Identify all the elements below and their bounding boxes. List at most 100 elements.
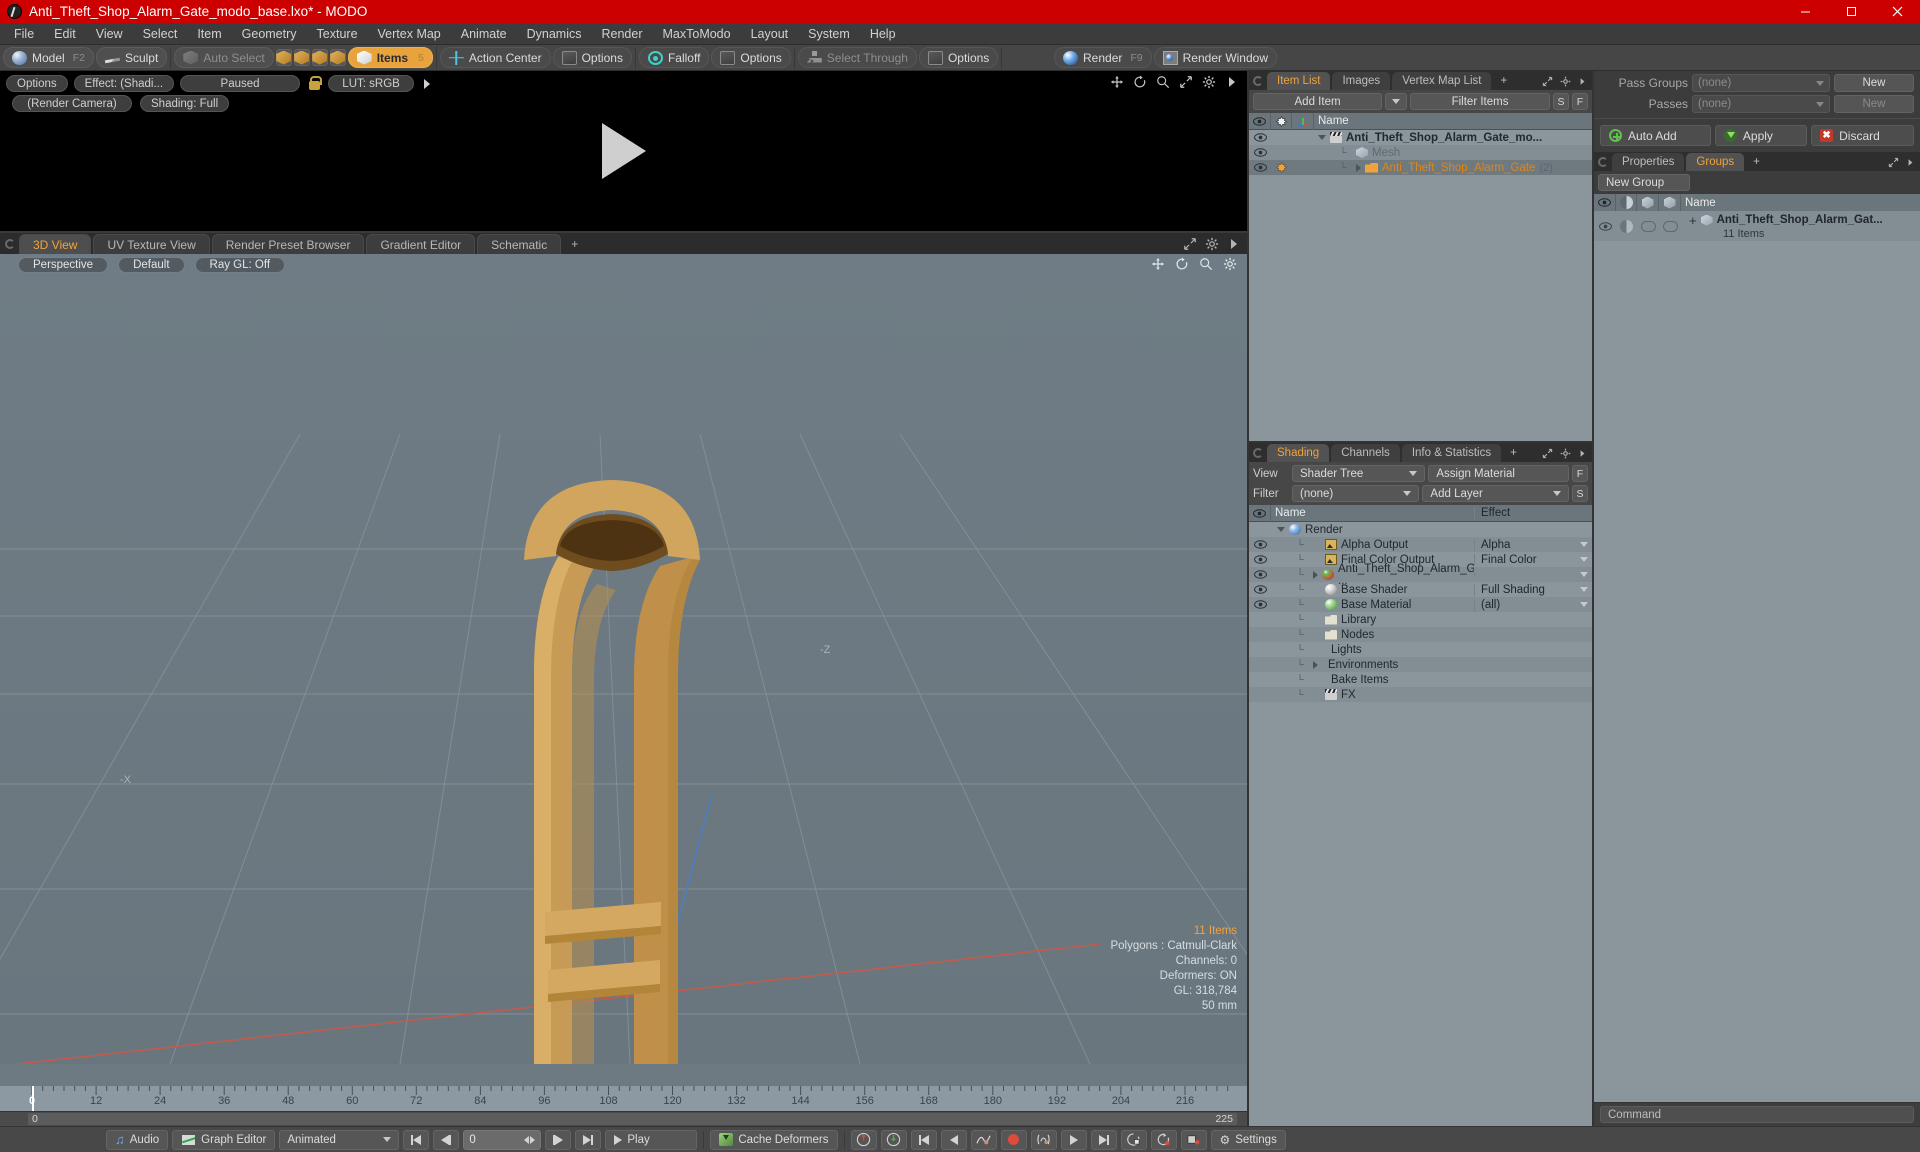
assign-material-button[interactable]: Assign Material [1428, 465, 1570, 482]
row-effect-cell[interactable]: Full Shading [1474, 583, 1592, 596]
expand-group-icon[interactable]: + [1689, 213, 1697, 228]
viewport-settings-gear-icon[interactable] [1223, 257, 1237, 271]
zoom-icon[interactable] [1156, 75, 1170, 89]
menu-render[interactable]: Render [592, 23, 653, 45]
row-name-cell[interactable]: └ Alpha Output [1271, 539, 1474, 551]
panel-arrow-icon[interactable] [1227, 237, 1241, 251]
group-visibility-toggle[interactable] [1594, 221, 1616, 231]
header-visibility-icon[interactable] [1249, 112, 1271, 130]
items-mode-button[interactable]: Items 5 [347, 47, 433, 68]
passes-dropdown[interactable]: (none) [1692, 95, 1830, 113]
vertex-mode-button[interactable] [275, 49, 292, 66]
table-row[interactable]: └ FX [1249, 687, 1592, 702]
perspective-button[interactable]: Perspective [18, 257, 109, 273]
group-oval-toggle-2[interactable] [1659, 220, 1681, 232]
new-pass-button[interactable]: New [1834, 95, 1914, 113]
tab-3d-view[interactable]: 3D View [19, 234, 92, 254]
select-through-button[interactable]: Select Through [797, 47, 917, 68]
panel-menu-arrow-icon[interactable] [1225, 75, 1239, 89]
cache-deformers-button[interactable]: Cache Deformers [710, 1129, 838, 1150]
groups-panel-menu-icon[interactable] [1598, 157, 1608, 167]
key-filter-button[interactable] [1120, 1129, 1147, 1150]
menu-system[interactable]: System [798, 23, 860, 45]
menu-animate[interactable]: Animate [451, 23, 517, 45]
tab-uv-texture-view[interactable]: UV Texture View [93, 234, 210, 254]
row-visibility-toggle[interactable] [1249, 148, 1271, 157]
groups-arrow-icon[interactable] [1906, 158, 1915, 167]
reset-key-button[interactable] [1150, 1129, 1177, 1150]
preview-more-arrow-icon[interactable] [420, 77, 434, 91]
groups-header-ghost-icon[interactable] [1637, 194, 1659, 211]
auto-add-button[interactable]: Auto Add [1600, 125, 1711, 146]
row-visibility-toggle[interactable] [1249, 570, 1271, 579]
sculpt-mode-button[interactable]: Sculpt [95, 47, 168, 68]
tab-render-preset-browser[interactable]: Render Preset Browser [211, 234, 365, 254]
tab-groups[interactable]: Groups [1686, 153, 1745, 171]
row-name-cell[interactable]: Render [1271, 524, 1474, 536]
item-list-panel-menu-icon[interactable] [1253, 76, 1263, 86]
menu-layout[interactable]: Layout [741, 23, 799, 45]
select-through-options-button[interactable]: Options [918, 47, 999, 68]
group-shade-toggle[interactable] [1616, 219, 1637, 233]
action-center-button[interactable]: Action Center [439, 47, 551, 68]
header-transform-icon[interactable] [1292, 112, 1314, 130]
row-visibility-toggle[interactable] [1249, 133, 1271, 142]
twisty-right-icon[interactable] [1313, 570, 1318, 579]
tab-schematic[interactable]: Schematic [477, 234, 562, 254]
settings-button[interactable]: ⚙ Settings [1210, 1129, 1286, 1150]
add-item-dropdown[interactable] [1385, 93, 1408, 110]
table-row[interactable]: Render [1249, 522, 1592, 537]
table-row[interactable]: └ Anti_Theft_Shop_Alarm_G ... [1249, 563, 1592, 587]
viewport-move-icon[interactable] [1151, 257, 1165, 271]
group-oval-toggle-1[interactable] [1637, 220, 1659, 232]
preview-effect-button[interactable]: Effect: (Shadi... [73, 75, 175, 92]
row-name-cell[interactable]: └ Base Shader [1271, 584, 1474, 596]
animated-dropdown[interactable]: Animated [279, 1129, 400, 1150]
add-layer-dropdown[interactable]: Add Layer [1422, 485, 1569, 502]
chevron-down-icon[interactable] [1580, 542, 1588, 547]
table-row[interactable]: └ Bake Items [1249, 672, 1592, 687]
polygon-mode-button[interactable] [311, 49, 328, 66]
material-mode-button[interactable] [329, 49, 346, 66]
shader-tree-body[interactable]: Render └ Alpha Output Alpha └ Final Color … [1249, 522, 1592, 1126]
auto-select-button[interactable]: Auto Select [174, 47, 274, 68]
menu-maxtomodo[interactable]: MaxToModo [653, 23, 741, 45]
groups-header-wire-icon[interactable] [1659, 194, 1681, 211]
shader-header-name[interactable]: Name [1271, 507, 1474, 519]
shading-maximize-icon[interactable] [1542, 448, 1553, 459]
row-effect-cell[interactable]: (all) [1474, 598, 1592, 611]
shading-arrow-icon[interactable] [1578, 449, 1587, 458]
row-effect-cell[interactable] [1474, 572, 1592, 577]
tab-gradient-editor[interactable]: Gradient Editor [366, 234, 476, 254]
curve-key-button[interactable] [970, 1129, 997, 1150]
current-frame-field[interactable]: 0 [463, 1129, 542, 1150]
row-name-cell[interactable]: └ Library [1271, 614, 1474, 626]
audio-button[interactable]: ♫ Audio [106, 1129, 169, 1150]
twisty-down-icon[interactable] [1318, 135, 1326, 140]
go-to-start-button[interactable] [403, 1129, 430, 1150]
tab-shading[interactable]: Shading [1267, 444, 1330, 462]
menu-file[interactable]: File [4, 23, 44, 45]
gear-icon[interactable] [1202, 75, 1216, 89]
tab-item-list[interactable]: Item List [1267, 72, 1331, 90]
item-list-s-button[interactable]: S [1553, 93, 1569, 110]
menu-item[interactable]: Item [187, 23, 231, 45]
chevron-down-icon[interactable] [1580, 572, 1588, 577]
groups-header-shade-icon[interactable] [1616, 194, 1637, 211]
shader-tree-dropdown[interactable]: Shader Tree [1292, 465, 1426, 482]
row-visibility-toggle[interactable] [1249, 600, 1271, 609]
shading-f-button[interactable]: F [1572, 465, 1589, 482]
table-row[interactable]: └ Library [1249, 612, 1592, 627]
prev-key-start-button[interactable] [910, 1129, 937, 1150]
viewport-rotate-icon[interactable] [1175, 257, 1189, 271]
tab-vertex-map-list[interactable]: Vertex Map List [1392, 72, 1492, 90]
shading-gear-icon[interactable] [1560, 448, 1571, 459]
tab-images[interactable]: Images [1332, 72, 1391, 90]
timeline-ruler[interactable]: 0 12 24 36 48 60 72 84 96 108 120 132 144 156 168 180 19… [0, 1086, 1247, 1111]
groups-add-tab[interactable]: + [1746, 153, 1767, 171]
minimize-button[interactable] [1782, 0, 1828, 23]
row-visibility-toggle[interactable] [1249, 585, 1271, 594]
row-name-cell[interactable]: └ Base Material [1271, 599, 1474, 611]
graph-editor-button[interactable]: Graph Editor [172, 1129, 276, 1150]
groups-list-body[interactable]: + Anti_Theft_Shop_Alarm_Gat... 11 Items [1594, 211, 1920, 1102]
